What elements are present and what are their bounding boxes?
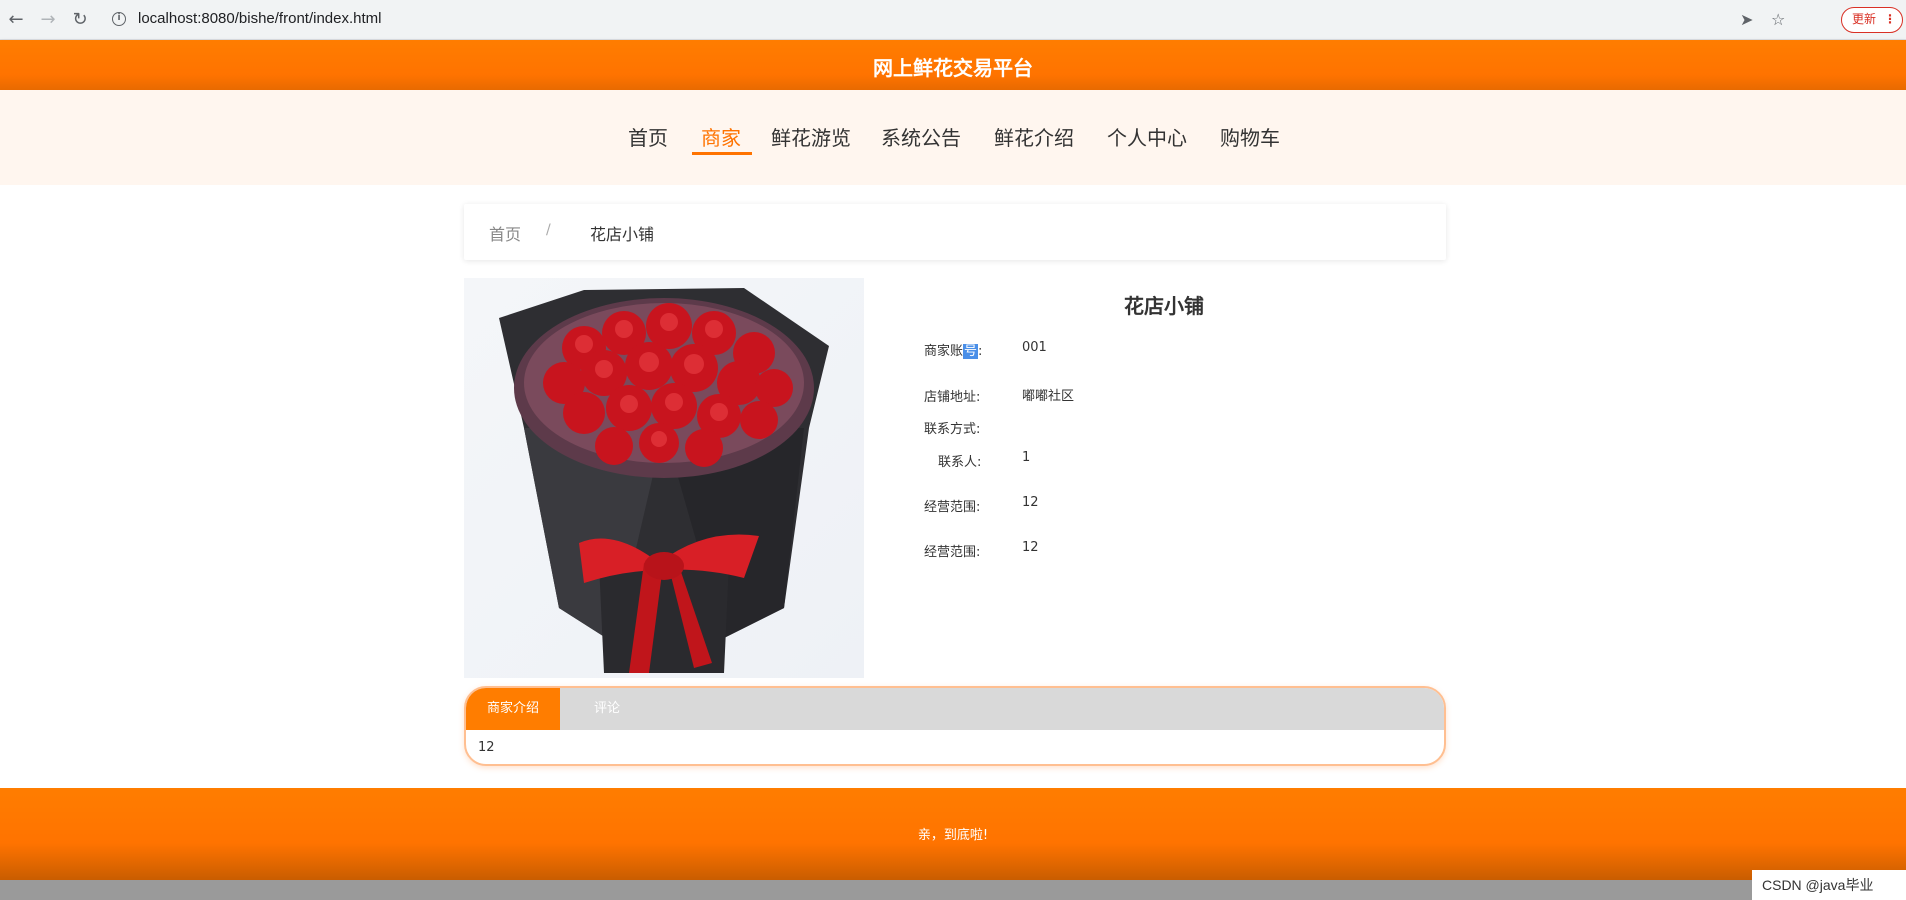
info-icon[interactable]: i (112, 12, 126, 26)
business-scope-value-2: 12 (1022, 540, 1039, 555)
nav-item-announcements[interactable]: 系统公告 (881, 122, 961, 151)
footer-text: 亲，到底啦! (917, 828, 989, 843)
taskbar-strip (0, 880, 1906, 900)
site-header: 网上鲜花交易平台 (0, 40, 1906, 90)
forward-arrow-icon[interactable]: → (36, 8, 60, 32)
account-value: 001 (1022, 340, 1047, 355)
site-footer: 亲，到底啦! (0, 788, 1906, 880)
watermark: CSDN @java毕业 (1752, 870, 1906, 900)
active-nav-indicator (692, 152, 752, 155)
shop-name: 花店小铺 (1124, 294, 1204, 318)
nav-item-home[interactable]: 首页 (628, 122, 668, 151)
breadcrumb-separator: / (546, 222, 551, 238)
tab-content: 12 (478, 740, 495, 755)
business-scope-value: 12 (1022, 495, 1039, 510)
breadcrumb: 首页 / 花店小铺 (464, 204, 1446, 260)
breadcrumb-home[interactable]: 首页 (489, 221, 521, 245)
tab-panel: 商家介绍 评论 12 (464, 686, 1446, 766)
contact-label: 联系方式: (924, 422, 981, 437)
browser-toolbar: ← → ↻ i localhost:8080/bishe/front/index… (0, 0, 1906, 40)
nav-item-cart[interactable]: 购物车 (1220, 122, 1280, 151)
tab-strip: 商家介绍 评论 (466, 688, 1444, 730)
account-label: 商家账号: (924, 344, 983, 359)
address-label: 店铺地址: (924, 390, 981, 405)
update-button[interactable]: 更新 ⋮ (1841, 7, 1903, 33)
business-scope-label-2: 经营范围: (924, 545, 981, 560)
nav-item-flower-intro[interactable]: 鲜花介绍 (994, 122, 1074, 151)
tab-merchant-intro[interactable]: 商家介绍 (466, 688, 560, 730)
url-text[interactable]: localhost:8080/bishe/front/index.html (138, 10, 381, 27)
tab-comments[interactable]: 评论 (594, 688, 620, 730)
nav-item-merchants[interactable]: 商家 (701, 122, 741, 151)
more-menu-icon[interactable]: ⋮ (1884, 8, 1896, 31)
reload-icon[interactable]: ↻ (68, 8, 92, 32)
main-nav: 首页 商家 鲜花游览 系统公告 鲜花介绍 个人中心 购物车 (0, 90, 1906, 185)
contact-person-value: 1 (1022, 450, 1031, 465)
send-icon[interactable]: ➤ (1740, 10, 1753, 30)
back-arrow-icon[interactable]: ← (4, 8, 28, 32)
nav-item-flower-browse[interactable]: 鲜花游览 (771, 122, 851, 151)
breadcrumb-current: 花店小铺 (590, 225, 655, 244)
address-bar[interactable]: i localhost:8080/bishe/front/index.html (104, 6, 1734, 34)
update-label: 更新 (1852, 12, 1877, 26)
bookmark-star-icon[interactable]: ☆ (1771, 10, 1785, 30)
address-value: 嘟嘟社区 (1022, 389, 1075, 404)
site-title: 网上鲜花交易平台 (873, 56, 1033, 80)
contact-person-label: 联系人: (938, 455, 982, 470)
nav-item-profile[interactable]: 个人中心 (1107, 122, 1187, 151)
business-scope-label: 经营范围: (924, 500, 981, 515)
shop-image (464, 278, 864, 678)
